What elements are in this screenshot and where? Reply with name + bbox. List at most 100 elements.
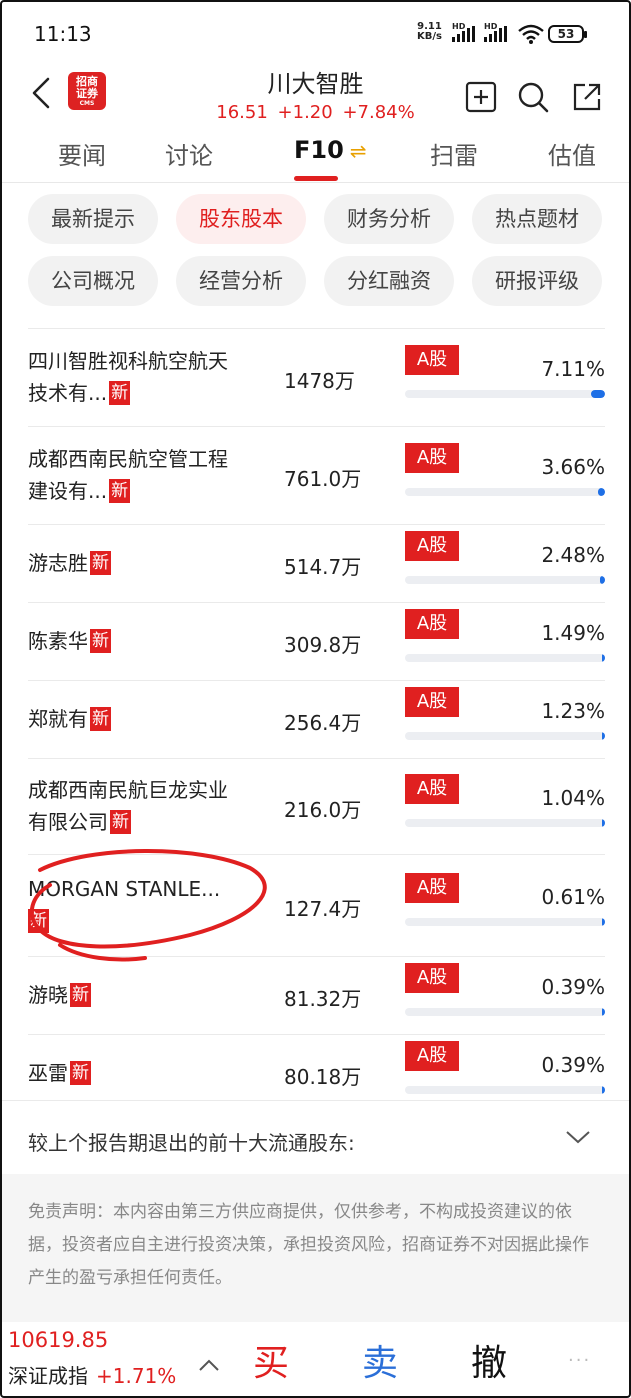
buy-button[interactable]: 买 xyxy=(253,1334,289,1386)
new-badge: 新 xyxy=(70,1061,91,1085)
holder-shares: 81.32万 xyxy=(284,987,362,1011)
index-info[interactable]: 深证成指 +1.71% xyxy=(8,1360,176,1389)
holding-bar-track xyxy=(405,1086,605,1094)
more-icon[interactable]: ··· xyxy=(568,1350,591,1371)
holder-name-line-1: 成都西南民航巨龙实业 xyxy=(28,778,228,802)
holder-name-block: 成都西南民航空管工程建设有... 新 xyxy=(28,443,258,507)
tab-risk-scan[interactable]: 扫雷 xyxy=(430,136,478,171)
holder-name-line-1: 郑就有新 xyxy=(28,703,258,735)
status-time: 11:13 xyxy=(34,22,92,46)
share-type-tag: A股 xyxy=(405,345,459,375)
tab-f10-label: F10 xyxy=(294,136,344,164)
row-divider xyxy=(28,328,605,329)
holding-bar-track xyxy=(405,576,605,584)
holder-row[interactable]: 游志胜新 514.7万 A股 2.48% xyxy=(0,524,631,602)
holder-shares: 514.7万 xyxy=(284,555,362,579)
tab-valuation[interactable]: 估值 xyxy=(548,136,596,171)
holder-percentage: 1.23% xyxy=(541,699,605,723)
tab-news[interactable]: 要闻 xyxy=(58,136,106,171)
chip-dividends-financing[interactable]: 分红融资 xyxy=(324,256,454,306)
new-badge: 新 xyxy=(90,551,111,575)
holder-name-line-2: 建设有... 新 xyxy=(28,475,258,507)
row-divider xyxy=(28,854,605,855)
share-type-tag: A股 xyxy=(405,609,459,639)
divider xyxy=(0,182,631,183)
holder-percentage: 2.48% xyxy=(541,543,605,567)
tab-discussion[interactable]: 讨论 xyxy=(165,136,213,171)
share-type-tag: A股 xyxy=(405,687,459,717)
holder-percentage: 7.11% xyxy=(541,357,605,381)
holder-row[interactable]: 四川智胜视科航空航天 技术有... 新 1478万 A股 7.11% xyxy=(0,328,631,426)
holder-row[interactable]: 陈素华新 309.8万 A股 1.49% xyxy=(0,602,631,680)
holder-row[interactable]: 成都西南民航巨龙实业 有限公司新 216.0万 A股 1.04% xyxy=(0,758,631,854)
holder-name: 巫雷 xyxy=(28,1061,68,1085)
chip-company-overview[interactable]: 公司概况 xyxy=(28,256,158,306)
holder-shares: 80.18万 xyxy=(284,1065,362,1089)
holder-percentage: 1.49% xyxy=(541,621,605,645)
row-divider xyxy=(28,602,605,603)
holder-row[interactable]: 郑就有新 256.4万 A股 1.23% xyxy=(0,680,631,758)
holder-shares: 216.0万 xyxy=(284,798,362,822)
chevron-down-icon[interactable] xyxy=(565,1129,591,1145)
signal-icon xyxy=(452,26,475,42)
index-change: +1.71% xyxy=(96,1364,177,1388)
stock-price: 16.51 xyxy=(216,102,268,123)
holder-name-line-1: 陈素华新 xyxy=(28,625,258,657)
chip-shareholders[interactable]: 股东股本 xyxy=(176,194,306,244)
holder-row[interactable]: MORGAN STANLE... 新 127.4万 A股 0.61% xyxy=(0,854,631,956)
holder-row[interactable]: 游晓新 81.32万 A股 0.39% xyxy=(0,956,631,1034)
stock-change-pct: +7.84% xyxy=(342,102,415,123)
holder-percentage: 3.66% xyxy=(541,455,605,479)
holding-bar-fill xyxy=(591,390,605,398)
row-divider xyxy=(28,956,605,957)
swap-icon[interactable]: ⇌ xyxy=(350,139,367,163)
row-divider xyxy=(28,680,605,681)
status-bar: 11:13 9.11 KB/s HD HD 53 xyxy=(0,0,631,64)
index-value[interactable]: 10619.85 xyxy=(8,1328,108,1352)
share-type-tag: A股 xyxy=(405,963,459,993)
sell-button[interactable]: 卖 xyxy=(362,1334,398,1386)
chip-financial-analysis[interactable]: 财务分析 xyxy=(324,194,454,244)
holder-name-block: MORGAN STANLE... 新 xyxy=(28,873,258,937)
share-type-tag: A股 xyxy=(405,531,459,561)
share-type-tag: A股 xyxy=(405,873,459,903)
net-speed-unit: KB/s xyxy=(417,31,442,42)
active-tab-indicator xyxy=(294,176,338,181)
holder-name-block: 四川智胜视科航空航天 技术有... 新 xyxy=(28,345,258,409)
holder-row[interactable]: 成都西南民航空管工程 建设有... 新 761.0万 A股 3.66% xyxy=(0,426,631,524)
holder-name: 陈素华 xyxy=(28,629,88,653)
holder-name-block: 巫雷新 xyxy=(28,1057,258,1089)
holder-name-line-1: 成都西南民航空管工程 xyxy=(28,447,228,471)
exited-holders-label: 较上个报告期退出的前十大流通股东: xyxy=(28,1131,355,1155)
share-type-tag: A股 xyxy=(405,1041,459,1071)
wifi-icon xyxy=(518,24,544,44)
share-icon[interactable] xyxy=(570,80,604,114)
holder-name-line-1: MORGAN STANLE... xyxy=(28,877,221,901)
holder-name-line-2: 技术有... 新 xyxy=(28,377,258,409)
new-badge: 新 xyxy=(109,381,131,405)
chip-hot-topics[interactable]: 热点题材 xyxy=(472,194,602,244)
share-type-tag: A股 xyxy=(405,443,459,473)
chip-latest-tips[interactable]: 最新提示 xyxy=(28,194,158,244)
tab-f10[interactable]: F10 ⇌ xyxy=(294,136,367,164)
add-watchlist-icon[interactable] xyxy=(464,80,498,114)
search-icon[interactable] xyxy=(516,80,550,114)
chevron-up-icon[interactable] xyxy=(198,1358,220,1372)
cancel-order-button[interactable]: 撤 xyxy=(471,1334,507,1386)
exited-holders-row[interactable]: 较上个报告期退出的前十大流通股东: xyxy=(0,1100,631,1170)
holder-name-truncated: 有限公司 xyxy=(28,810,108,834)
holder-name-block: 陈素华新 xyxy=(28,625,258,657)
holding-bar-fill xyxy=(602,732,605,740)
chip-research-ratings[interactable]: 研报评级 xyxy=(472,256,602,306)
holder-shares: 309.8万 xyxy=(284,633,362,657)
row-divider xyxy=(28,758,605,759)
holding-bar-fill xyxy=(598,488,605,496)
chip-operations-analysis[interactable]: 经营分析 xyxy=(176,256,306,306)
holding-bar-fill xyxy=(602,918,605,926)
new-badge: 新 xyxy=(90,707,111,731)
holder-name-block: 郑就有新 xyxy=(28,703,258,735)
holder-shares: 256.4万 xyxy=(284,711,362,735)
new-badge: 新 xyxy=(28,909,49,933)
holder-name-line-1: 游晓新 xyxy=(28,979,258,1011)
holder-name-line-1: 巫雷新 xyxy=(28,1057,258,1089)
